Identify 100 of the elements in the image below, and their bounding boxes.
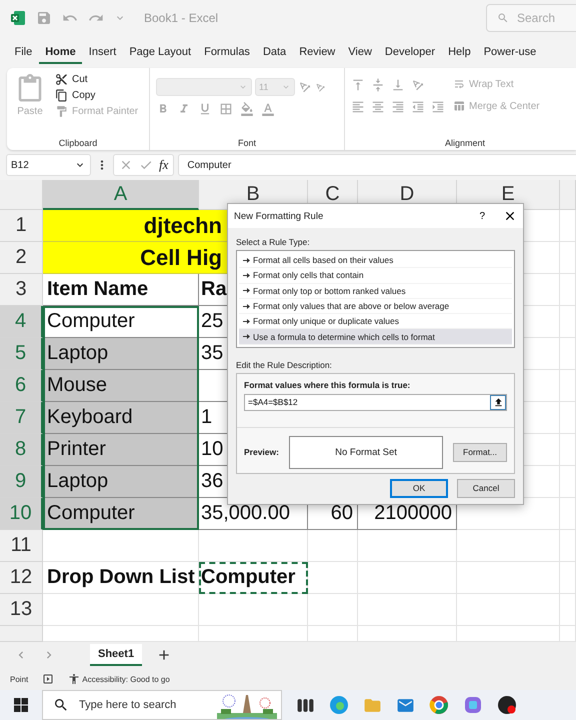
table-cell: Keyboard [43,402,199,434]
scissors-icon [55,73,68,86]
row-header[interactable]: 1 [0,210,43,242]
menu-tab[interactable]: Home [38,40,82,64]
preview-label: Preview: [244,447,279,458]
row-header[interactable]: 13 [0,594,43,626]
align-middle-icon[interactable] [371,78,385,92]
menu-tab[interactable]: Data [256,40,293,64]
orientation-icon[interactable] [411,78,425,92]
align-bottom-icon[interactable] [391,78,405,92]
copilot-icon[interactable] [463,695,483,715]
accessibility-icon[interactable] [68,673,80,685]
formula-label: Format values where this formula is true: [244,380,412,390]
group-title: Font [238,138,256,148]
button-label: Wrap Text [469,78,514,90]
row-header[interactable]: 4 [0,306,43,338]
menu-tab[interactable]: Power-use [477,40,543,64]
button-label: Merge & Center [469,100,540,112]
rule-type-item[interactable]: Use a formula to determine which cells to format [239,329,512,345]
format-button[interactable]: Format... [453,442,507,462]
close-icon[interactable] [503,209,517,223]
borders-icon[interactable] [219,102,233,116]
align-top-icon[interactable] [351,78,365,92]
row-header[interactable]: 3 [0,274,43,306]
menu-tab[interactable]: View [342,40,378,64]
row-header[interactable]: 7 [0,402,43,434]
shrink-font-icon[interactable] [315,82,326,92]
grow-font-icon[interactable] [298,80,312,94]
row-header[interactable]: 5 [0,338,43,370]
row-header[interactable]: 12 [0,562,43,594]
row-header[interactable]: 9 [0,466,43,498]
select-all-corner[interactable] [0,180,43,210]
name-box[interactable]: B12 [6,154,91,176]
upload-icon [492,396,504,408]
help-button[interactable]: ? [471,210,493,222]
menu-tab[interactable]: File [8,40,39,64]
align-left-icon[interactable] [351,100,365,114]
align-center-icon[interactable] [371,100,385,114]
row-header[interactable]: 10 [0,498,43,530]
browser-icon[interactable] [329,695,349,715]
macro-icon[interactable] [42,673,54,685]
clipboard-button[interactable]: Cut [53,72,140,87]
font-size-value: 11 [259,82,268,92]
button-label: Cut [72,74,88,85]
menu-tab[interactable]: Developer [378,40,442,64]
menu-tab[interactable]: Formulas [198,40,256,64]
row-header[interactable]: 2 [0,242,43,274]
column-header[interactable] [560,180,576,210]
wrap-text-icon [453,78,465,90]
taskbar-search-field[interactable]: Type here to search [42,690,282,720]
align-right-icon[interactable] [391,100,405,114]
status-mode: Point [10,674,28,684]
table-cell: Printer [43,434,199,466]
table-cell: Mouse [43,370,199,402]
row-header[interactable]: 8 [0,434,43,466]
underline-icon[interactable] [198,102,212,116]
dialog-button[interactable]: Cancel [457,478,515,498]
row-header[interactable] [0,626,43,642]
sheet-tab[interactable]: Sheet1 [90,644,142,666]
font-color-icon[interactable] [261,102,275,116]
rule-type-item[interactable]: Format only top or bottom ranked values [239,284,512,299]
menu-tab[interactable]: Insert [82,40,123,64]
save-icon[interactable] [36,10,52,26]
window-title: Book1 - Excel [144,11,218,25]
indent-increase-icon[interactable] [431,100,445,114]
row-header[interactable]: 11 [0,530,43,562]
row-header[interactable]: 6 [0,370,43,402]
pointer-icon [243,304,250,309]
cancel-icon[interactable] [119,158,133,172]
insert-function-button[interactable]: fx [159,157,168,173]
fill-color-icon[interactable] [240,102,254,116]
pointer-icon [243,272,250,278]
excel-logo-icon [10,10,26,26]
table-cell: Computer [199,562,308,594]
menu-tab[interactable]: Page Layout [122,40,198,64]
pointer-icon [243,334,250,340]
collapse-button[interactable] [490,394,506,410]
pointer-icon [243,318,250,324]
browser-icon[interactable] [429,695,449,715]
formula-field[interactable]: =$A4=$B$12 [244,394,507,411]
clipboard-button[interactable]: Copy [53,88,140,103]
recorder-icon[interactable] [497,695,517,715]
start-icon[interactable] [14,698,28,712]
group-title: Clipboard [58,138,98,148]
table-cell: Laptop [43,338,199,370]
accessibility-status[interactable]: Accessibility: Good to go [82,674,170,684]
indent-decrease-icon[interactable] [411,100,425,114]
paint-roller-icon [55,105,68,118]
menu-tab[interactable]: Help [442,40,478,64]
menu-tab[interactable]: Review [292,40,342,64]
cell-reference: B12 [11,160,29,170]
preview-box: No Format Set [288,436,444,469]
search-placeholder: Type here to search [79,699,176,711]
dialog-button[interactable]: OK [390,478,448,498]
table-cell: Laptop [43,466,199,498]
pointer-icon [243,258,250,263]
formula-field[interactable]: Computer [178,154,576,176]
table-cell: Item Name [43,274,199,306]
search-icon [497,12,509,24]
column-header[interactable]: A [43,180,199,210]
